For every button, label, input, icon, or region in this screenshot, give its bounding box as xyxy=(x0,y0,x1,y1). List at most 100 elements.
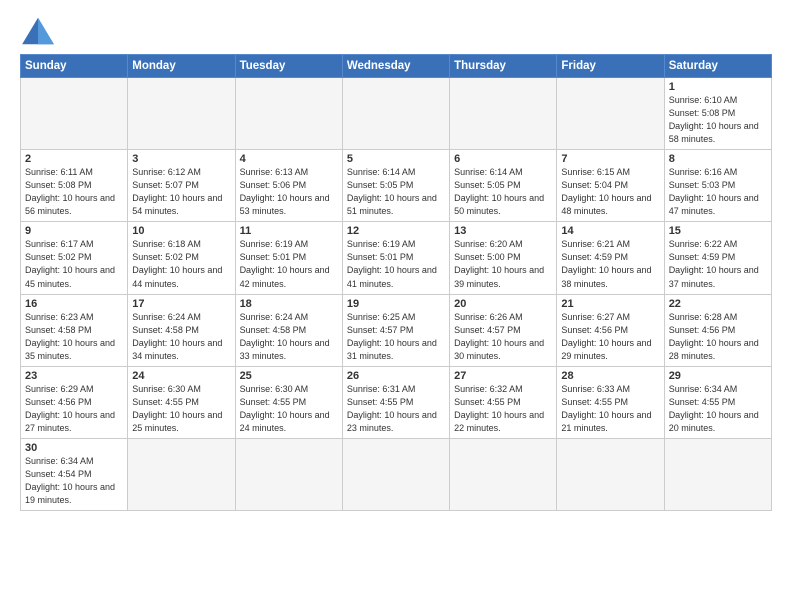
calendar-cell: 20Sunrise: 6:26 AM Sunset: 4:57 PM Dayli… xyxy=(450,294,557,366)
calendar-cell: 2Sunrise: 6:11 AM Sunset: 5:08 PM Daylig… xyxy=(21,150,128,222)
day-info: Sunrise: 6:11 AM Sunset: 5:08 PM Dayligh… xyxy=(25,166,123,218)
day-info: Sunrise: 6:33 AM Sunset: 4:55 PM Dayligh… xyxy=(561,383,659,435)
header xyxy=(20,16,772,46)
day-number: 3 xyxy=(132,153,230,165)
calendar-cell xyxy=(342,438,449,510)
weekday-header-tuesday: Tuesday xyxy=(235,55,342,78)
weekday-header-wednesday: Wednesday xyxy=(342,55,449,78)
calendar-body: 1Sunrise: 6:10 AM Sunset: 5:08 PM Daylig… xyxy=(21,78,772,511)
day-info: Sunrise: 6:14 AM Sunset: 5:05 PM Dayligh… xyxy=(454,166,552,218)
day-info: Sunrise: 6:24 AM Sunset: 4:58 PM Dayligh… xyxy=(132,311,230,363)
day-number: 28 xyxy=(561,370,659,382)
day-number: 26 xyxy=(347,370,445,382)
calendar-cell: 14Sunrise: 6:21 AM Sunset: 4:59 PM Dayli… xyxy=(557,222,664,294)
day-number: 17 xyxy=(132,298,230,310)
weekday-header-saturday: Saturday xyxy=(664,55,771,78)
day-number: 25 xyxy=(240,370,338,382)
day-number: 16 xyxy=(25,298,123,310)
calendar-cell xyxy=(21,78,128,150)
day-number: 4 xyxy=(240,153,338,165)
calendar-cell xyxy=(557,78,664,150)
calendar-cell: 11Sunrise: 6:19 AM Sunset: 5:01 PM Dayli… xyxy=(235,222,342,294)
calendar-cell: 25Sunrise: 6:30 AM Sunset: 4:55 PM Dayli… xyxy=(235,366,342,438)
calendar-cell: 10Sunrise: 6:18 AM Sunset: 5:02 PM Dayli… xyxy=(128,222,235,294)
day-info: Sunrise: 6:32 AM Sunset: 4:55 PM Dayligh… xyxy=(454,383,552,435)
day-number: 7 xyxy=(561,153,659,165)
calendar-week-row: 30Sunrise: 6:34 AM Sunset: 4:54 PM Dayli… xyxy=(21,438,772,510)
calendar-cell: 4Sunrise: 6:13 AM Sunset: 5:06 PM Daylig… xyxy=(235,150,342,222)
day-number: 24 xyxy=(132,370,230,382)
calendar-cell: 8Sunrise: 6:16 AM Sunset: 5:03 PM Daylig… xyxy=(664,150,771,222)
day-number: 2 xyxy=(25,153,123,165)
day-number: 30 xyxy=(25,442,123,454)
calendar-cell: 22Sunrise: 6:28 AM Sunset: 4:56 PM Dayli… xyxy=(664,294,771,366)
day-number: 12 xyxy=(347,225,445,237)
calendar-cell xyxy=(128,78,235,150)
calendar-cell: 5Sunrise: 6:14 AM Sunset: 5:05 PM Daylig… xyxy=(342,150,449,222)
day-info: Sunrise: 6:17 AM Sunset: 5:02 PM Dayligh… xyxy=(25,238,123,290)
day-number: 9 xyxy=(25,225,123,237)
calendar-cell xyxy=(235,78,342,150)
day-number: 21 xyxy=(561,298,659,310)
calendar-cell: 15Sunrise: 6:22 AM Sunset: 4:59 PM Dayli… xyxy=(664,222,771,294)
day-info: Sunrise: 6:19 AM Sunset: 5:01 PM Dayligh… xyxy=(347,238,445,290)
day-info: Sunrise: 6:23 AM Sunset: 4:58 PM Dayligh… xyxy=(25,311,123,363)
day-number: 11 xyxy=(240,225,338,237)
generalblue-logo-icon xyxy=(20,16,56,46)
calendar-cell: 16Sunrise: 6:23 AM Sunset: 4:58 PM Dayli… xyxy=(21,294,128,366)
day-number: 19 xyxy=(347,298,445,310)
calendar-cell xyxy=(557,438,664,510)
weekday-header-friday: Friday xyxy=(557,55,664,78)
calendar-cell xyxy=(342,78,449,150)
day-number: 5 xyxy=(347,153,445,165)
day-info: Sunrise: 6:24 AM Sunset: 4:58 PM Dayligh… xyxy=(240,311,338,363)
calendar-cell: 21Sunrise: 6:27 AM Sunset: 4:56 PM Dayli… xyxy=(557,294,664,366)
calendar-cell xyxy=(235,438,342,510)
day-info: Sunrise: 6:26 AM Sunset: 4:57 PM Dayligh… xyxy=(454,311,552,363)
calendar-table: SundayMondayTuesdayWednesdayThursdayFrid… xyxy=(20,54,772,511)
calendar-cell: 3Sunrise: 6:12 AM Sunset: 5:07 PM Daylig… xyxy=(128,150,235,222)
calendar-cell: 28Sunrise: 6:33 AM Sunset: 4:55 PM Dayli… xyxy=(557,366,664,438)
calendar-cell: 17Sunrise: 6:24 AM Sunset: 4:58 PM Dayli… xyxy=(128,294,235,366)
day-info: Sunrise: 6:12 AM Sunset: 5:07 PM Dayligh… xyxy=(132,166,230,218)
day-info: Sunrise: 6:21 AM Sunset: 4:59 PM Dayligh… xyxy=(561,238,659,290)
day-info: Sunrise: 6:30 AM Sunset: 4:55 PM Dayligh… xyxy=(240,383,338,435)
day-info: Sunrise: 6:27 AM Sunset: 4:56 PM Dayligh… xyxy=(561,311,659,363)
calendar-cell: 13Sunrise: 6:20 AM Sunset: 5:00 PM Dayli… xyxy=(450,222,557,294)
calendar-cell: 19Sunrise: 6:25 AM Sunset: 4:57 PM Dayli… xyxy=(342,294,449,366)
calendar-cell xyxy=(664,438,771,510)
day-info: Sunrise: 6:25 AM Sunset: 4:57 PM Dayligh… xyxy=(347,311,445,363)
day-number: 10 xyxy=(132,225,230,237)
day-info: Sunrise: 6:16 AM Sunset: 5:03 PM Dayligh… xyxy=(669,166,767,218)
weekday-header-thursday: Thursday xyxy=(450,55,557,78)
day-info: Sunrise: 6:19 AM Sunset: 5:01 PM Dayligh… xyxy=(240,238,338,290)
calendar-cell: 24Sunrise: 6:30 AM Sunset: 4:55 PM Dayli… xyxy=(128,366,235,438)
day-info: Sunrise: 6:34 AM Sunset: 4:54 PM Dayligh… xyxy=(25,455,123,507)
weekday-header-sunday: Sunday xyxy=(21,55,128,78)
calendar-header: SundayMondayTuesdayWednesdayThursdayFrid… xyxy=(21,55,772,78)
weekday-header-row: SundayMondayTuesdayWednesdayThursdayFrid… xyxy=(21,55,772,78)
calendar-cell: 30Sunrise: 6:34 AM Sunset: 4:54 PM Dayli… xyxy=(21,438,128,510)
day-info: Sunrise: 6:34 AM Sunset: 4:55 PM Dayligh… xyxy=(669,383,767,435)
day-info: Sunrise: 6:28 AM Sunset: 4:56 PM Dayligh… xyxy=(669,311,767,363)
weekday-header-monday: Monday xyxy=(128,55,235,78)
day-info: Sunrise: 6:20 AM Sunset: 5:00 PM Dayligh… xyxy=(454,238,552,290)
calendar-cell: 23Sunrise: 6:29 AM Sunset: 4:56 PM Dayli… xyxy=(21,366,128,438)
day-info: Sunrise: 6:13 AM Sunset: 5:06 PM Dayligh… xyxy=(240,166,338,218)
day-number: 29 xyxy=(669,370,767,382)
day-number: 13 xyxy=(454,225,552,237)
calendar-week-row: 9Sunrise: 6:17 AM Sunset: 5:02 PM Daylig… xyxy=(21,222,772,294)
calendar-cell: 7Sunrise: 6:15 AM Sunset: 5:04 PM Daylig… xyxy=(557,150,664,222)
logo xyxy=(20,16,62,46)
calendar-cell: 18Sunrise: 6:24 AM Sunset: 4:58 PM Dayli… xyxy=(235,294,342,366)
day-number: 23 xyxy=(25,370,123,382)
calendar-cell xyxy=(450,438,557,510)
calendar-cell xyxy=(450,78,557,150)
day-info: Sunrise: 6:29 AM Sunset: 4:56 PM Dayligh… xyxy=(25,383,123,435)
day-number: 15 xyxy=(669,225,767,237)
day-number: 14 xyxy=(561,225,659,237)
calendar-cell: 1Sunrise: 6:10 AM Sunset: 5:08 PM Daylig… xyxy=(664,78,771,150)
day-number: 1 xyxy=(669,81,767,93)
day-number: 27 xyxy=(454,370,552,382)
day-number: 8 xyxy=(669,153,767,165)
